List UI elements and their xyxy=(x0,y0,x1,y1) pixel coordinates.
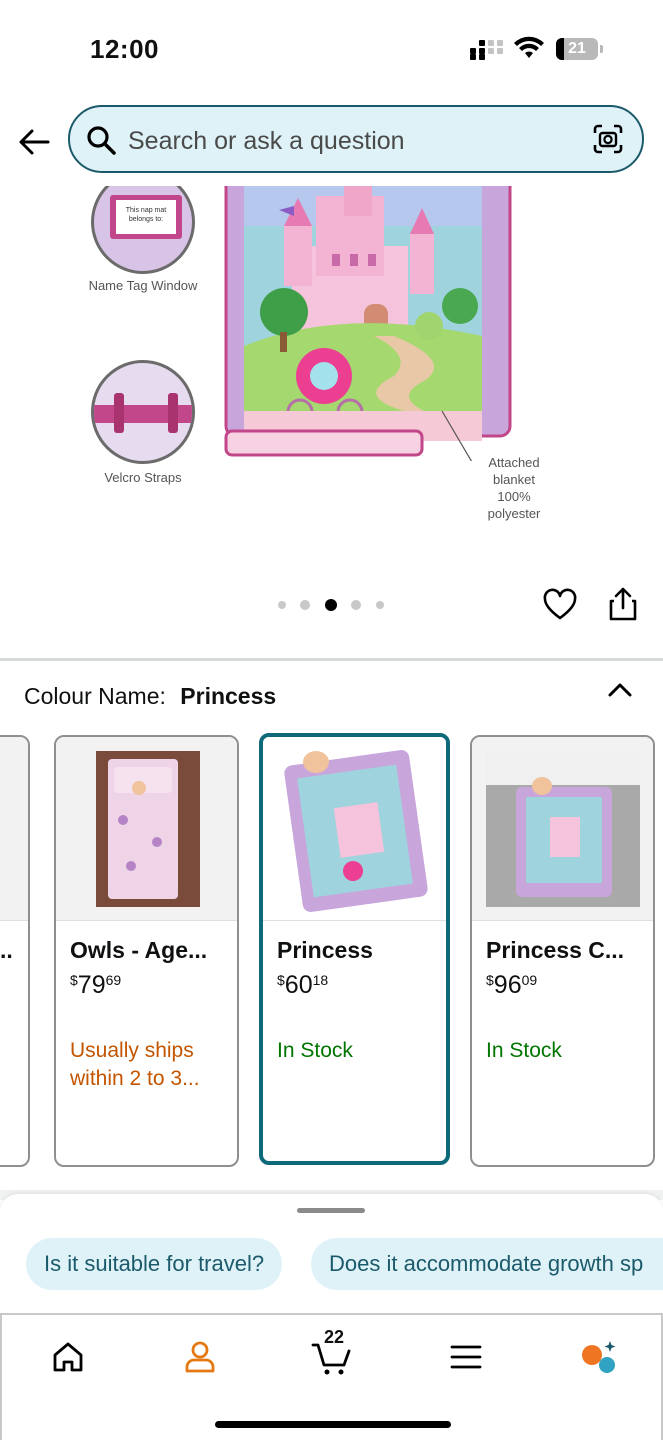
home-icon[interactable] xyxy=(48,1337,88,1377)
camera-lens-icon[interactable] xyxy=(592,123,624,155)
variant-price: $7969 xyxy=(70,971,122,999)
variant-title: Princess xyxy=(277,937,373,963)
variant-thumbnail xyxy=(0,737,28,921)
search-bar[interactable]: Search or ask a question xyxy=(68,105,644,173)
bottom-navigation: 22 xyxy=(0,1313,663,1440)
product-image[interactable]: This nap mat belongs to: Name Tag Window… xyxy=(0,186,663,586)
velcro-straps-image xyxy=(91,360,195,464)
variant-thumbnail xyxy=(263,737,446,921)
back-arrow-icon[interactable] xyxy=(16,124,52,160)
rufus-assistant-icon[interactable] xyxy=(578,1337,618,1377)
variant-thumbnail xyxy=(56,737,237,921)
battery-level: 21 xyxy=(568,40,586,57)
carousel-dot-active[interactable] xyxy=(325,599,337,611)
variant-price: $9609 xyxy=(486,971,538,999)
battery-icon: 21 xyxy=(556,38,603,60)
feature-label-name-tag: Name Tag Window xyxy=(88,278,198,293)
search-icon xyxy=(87,126,116,155)
suggestions-sheet: Is it suitable for travel? Does it accom… xyxy=(0,1194,663,1314)
variant-card-partial[interactable]: .. xyxy=(0,735,30,1167)
status-time: 12:00 xyxy=(90,34,159,64)
feature-label-velcro: Velcro Straps xyxy=(104,470,182,485)
carousel-dot[interactable] xyxy=(376,601,384,609)
name-tag-text: This nap mat belongs to: xyxy=(116,200,176,234)
carousel-dot[interactable] xyxy=(278,601,286,609)
suggestion-chip[interactable]: Is it suitable for travel? xyxy=(26,1238,283,1290)
cart-icon[interactable] xyxy=(310,1337,354,1377)
wifi-icon xyxy=(514,36,544,58)
colour-value: Princess xyxy=(180,683,277,709)
home-indicator xyxy=(215,1421,451,1428)
name-tag-window-image: This nap mat belongs to: xyxy=(91,186,195,274)
colour-selector-header: Colour Name: Princess xyxy=(24,683,276,710)
carousel-dot[interactable] xyxy=(300,600,310,610)
variant-title: Princess C... xyxy=(486,937,625,963)
image-carousel-dots[interactable] xyxy=(278,598,388,612)
carousel-dot[interactable] xyxy=(351,600,361,610)
suggestion-chip[interactable]: Does it accommodate growth sp xyxy=(311,1238,663,1290)
variant-availability: In Stock xyxy=(277,1039,353,1062)
share-icon[interactable] xyxy=(606,586,640,622)
heart-icon[interactable] xyxy=(543,588,577,622)
variant-title: Owls - Age... xyxy=(70,937,208,963)
variant-title: .. xyxy=(0,937,13,963)
menu-icon[interactable] xyxy=(446,1337,486,1377)
colour-label: Colour Name: xyxy=(24,683,166,709)
section-divider xyxy=(0,658,663,661)
variant-availability: Usually ships within 2 to 3... xyxy=(70,1039,200,1090)
search-input[interactable]: Search or ask a question xyxy=(128,127,405,156)
variant-thumbnail xyxy=(472,737,653,921)
status-bar: 12:00 21 xyxy=(0,0,663,96)
blanket-callout: Attached blanket 100% polyester xyxy=(487,455,541,521)
variant-card-owls[interactable]: Owls - Age... $7969 Usually ships within… xyxy=(54,735,239,1167)
nap-mat-illustration xyxy=(224,186,512,461)
sheet-drag-handle[interactable] xyxy=(297,1208,365,1213)
cellular-signal-icon xyxy=(470,40,504,60)
variant-availability: In Stock xyxy=(486,1039,562,1062)
variant-card-princess[interactable]: Princess $6018 In Stock xyxy=(259,733,450,1165)
account-icon[interactable] xyxy=(180,1337,220,1377)
variant-price: $6018 xyxy=(277,971,329,999)
variant-card-princess-castle[interactable]: Princess C... $9609 In Stock xyxy=(470,735,655,1167)
chevron-up-icon[interactable] xyxy=(606,678,634,702)
